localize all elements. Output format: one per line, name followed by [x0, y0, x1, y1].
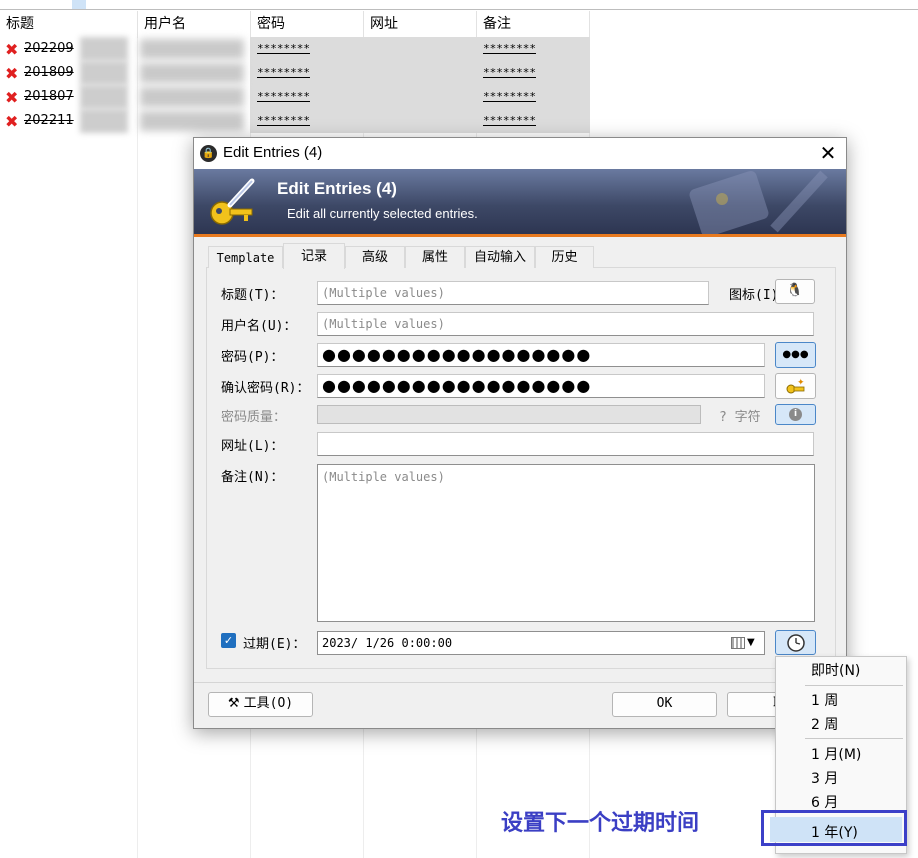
tab-advanced[interactable]: 高级 — [345, 246, 405, 268]
svg-text:✦: ✦ — [797, 378, 805, 388]
tab-template[interactable]: Template — [208, 246, 283, 268]
entry-title: 202209 — [24, 41, 74, 56]
username-input[interactable]: (Multiple values) — [317, 312, 814, 336]
notes-textarea[interactable]: (Multiple values) — [317, 464, 815, 622]
annotation-caption: 设置下一个过期时间 — [501, 811, 700, 836]
confirm-password-label: 确认密码(R)： — [221, 381, 310, 396]
info-icon: i — [789, 408, 802, 421]
url-label: 网址(L)： — [221, 439, 284, 454]
expiry-presets-button[interactable] — [775, 630, 816, 655]
table-row[interactable]: ✖ 201807 ******** ******** — [0, 85, 590, 109]
entry-password: ******** — [257, 114, 310, 127]
quality-info-button[interactable]: i — [775, 404, 816, 425]
password-generator-button[interactable]: ✦ — [775, 373, 816, 399]
table-row[interactable]: ✖ 202209 ******** ******** — [0, 37, 590, 61]
entry-title: 202211 — [24, 113, 74, 128]
confirm-password-input[interactable]: ●●●●●●●●●●●●●●●●●● — [317, 374, 765, 398]
banner-watermark-icon — [689, 170, 828, 236]
ok-button[interactable]: OK — [612, 692, 717, 717]
menu-item-6-months[interactable]: 6 月 — [811, 792, 838, 812]
redacted-username — [140, 87, 244, 107]
entry-password: ******** — [257, 90, 310, 103]
menu-item-1-month[interactable]: 1 月(M) — [811, 744, 861, 764]
entry-password: ******** — [257, 66, 310, 79]
lock-icon: 🔒 — [200, 145, 217, 162]
menu-item-2-weeks[interactable]: 2 周 — [811, 714, 838, 734]
password-input[interactable]: ●●●●●●●●●●●●●●●●●● — [317, 343, 765, 367]
redacted-title — [80, 61, 128, 85]
clock-icon — [786, 634, 805, 652]
column-header-username[interactable]: 用户名 — [138, 11, 251, 38]
quality-bar — [317, 405, 701, 424]
tools-label: 工具(O) — [243, 696, 294, 711]
entry-title: 201807 — [24, 89, 74, 104]
window-title: Edit Entries (4) — [223, 144, 323, 161]
calendar-icon[interactable] — [731, 637, 745, 649]
banner-title: Edit Entries (4) — [277, 179, 397, 198]
entry-notes: ******** — [483, 114, 536, 127]
close-button[interactable]: ✕ — [814, 140, 842, 166]
chevron-down-icon[interactable]: ▼ — [747, 637, 755, 648]
magic-key-icon: ✦ — [786, 378, 805, 394]
menu-separator — [805, 738, 903, 739]
selected-tab-indicator — [72, 0, 86, 9]
expires-checkbox[interactable]: ✓ — [221, 633, 236, 648]
username-label: 用户名(U)： — [221, 319, 297, 334]
column-header-title[interactable]: 标题 — [0, 11, 138, 38]
quality-text: ? 字符 — [719, 410, 761, 425]
column-header-password[interactable]: 密码 — [251, 11, 364, 38]
redacted-username — [140, 111, 244, 131]
expires-datetime-input[interactable]: 2023/ 1/26 0:00:00 — [317, 631, 765, 655]
url-input[interactable] — [317, 432, 814, 456]
quality-label: 密码质量： — [221, 410, 287, 425]
penguin-icon: 🐧 — [786, 283, 804, 298]
menu-item-1-week[interactable]: 1 周 — [811, 690, 838, 710]
edit-entries-dialog: 🔒 Edit Entries (4) ✕ Edit Entries (4) Ed… — [193, 137, 847, 729]
redacted-title — [80, 37, 128, 61]
entry-notes: ******** — [483, 42, 536, 55]
tab-record[interactable]: 记录 — [283, 243, 345, 269]
dialog-banner: Edit Entries (4) Edit all currently sele… — [194, 169, 846, 236]
entry-notes: ******** — [483, 66, 536, 79]
top-strip — [0, 0, 918, 10]
menu-separator — [805, 685, 903, 686]
column-divider — [137, 38, 138, 858]
entry-notes: ******** — [483, 90, 536, 103]
tools-button[interactable]: ⚒ 工具(O) — [208, 692, 313, 717]
tab-history[interactable]: 历史 — [535, 246, 594, 268]
entry-password: ******** — [257, 42, 310, 55]
tab-properties[interactable]: 属性 — [405, 246, 465, 268]
redacted-username — [140, 63, 244, 83]
tab-autotype[interactable]: 自动输入 — [465, 246, 535, 268]
column-header-url[interactable]: 网址 — [364, 11, 477, 38]
annotation-highlight-box — [761, 810, 907, 846]
password-label: 密码(P)： — [221, 350, 284, 365]
redacted-title — [80, 85, 128, 109]
footer-divider — [194, 682, 846, 683]
column-header-notes[interactable]: 备注 — [477, 11, 590, 38]
icon-picker-button[interactable]: 🐧 — [775, 279, 815, 304]
show-password-button[interactable]: ●●● — [775, 342, 816, 368]
redacted-username — [140, 39, 244, 59]
menu-item-now[interactable]: 即时(N) — [811, 660, 860, 680]
table-row[interactable]: ✖ 202211 ******** ******** — [0, 109, 590, 133]
banner-subtitle: Edit all currently selected entries. — [287, 206, 478, 221]
entry-title: 201809 — [24, 65, 74, 80]
expires-label: 过期(E)： — [243, 637, 306, 652]
title-input[interactable]: (Multiple values) — [317, 281, 709, 305]
tools-icon: ⚒ — [227, 696, 240, 711]
redacted-title — [80, 109, 128, 133]
pen-key-icon — [210, 178, 255, 225]
dialog-titlebar[interactable]: 🔒 Edit Entries (4) ✕ — [194, 138, 846, 169]
title-label: 标题(T)： — [221, 288, 284, 303]
banner-accent-line — [194, 234, 846, 237]
notes-label: 备注(N)： — [221, 470, 284, 485]
table-row[interactable]: ✖ 201809 ******** ******** — [0, 61, 590, 85]
menu-item-3-months[interactable]: 3 月 — [811, 768, 838, 788]
